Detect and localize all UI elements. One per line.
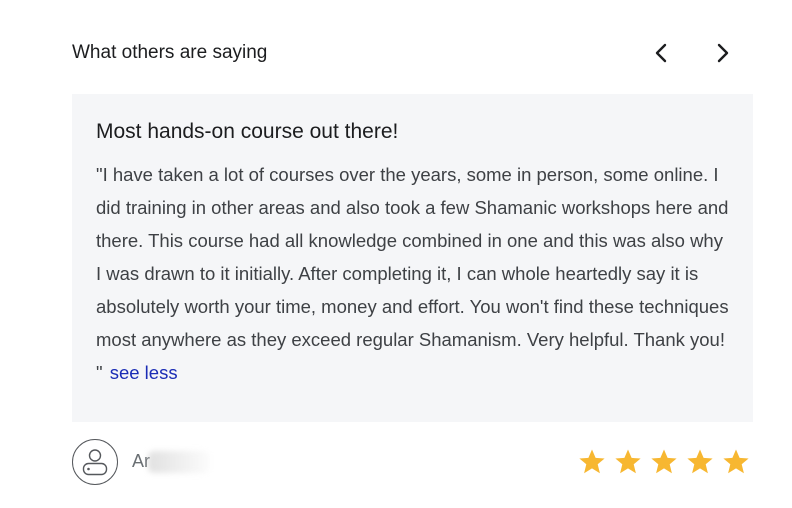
review-title: Most hands-on course out there! xyxy=(96,120,399,143)
star-icon xyxy=(687,449,713,474)
user-avatar-icon xyxy=(82,449,108,476)
next-button[interactable] xyxy=(706,37,738,69)
review-card: Most hands-on course out there! "I have … xyxy=(72,94,753,422)
chevron-left-icon xyxy=(655,43,667,63)
previous-button[interactable] xyxy=(646,37,678,69)
avatar xyxy=(72,439,118,485)
review-body: "I have taken a lot of courses over the … xyxy=(96,158,729,389)
testimonials-header: What others are saying xyxy=(72,30,752,76)
review-text: "I have taken a lot of courses over the … xyxy=(96,164,729,383)
star-icon xyxy=(579,449,605,474)
see-less-link[interactable]: see less xyxy=(110,362,178,383)
author-name: Ar xyxy=(132,451,210,474)
author-name-redaction xyxy=(148,451,210,474)
star-icon xyxy=(651,449,677,474)
carousel-nav xyxy=(646,37,738,69)
review-author: Ar xyxy=(72,439,210,485)
star-icon xyxy=(723,449,749,474)
review-footer: Ar xyxy=(72,438,752,486)
star-rating xyxy=(578,448,750,476)
chevron-right-icon xyxy=(717,43,729,63)
star-icon xyxy=(615,449,641,474)
section-title: What others are saying xyxy=(72,42,268,63)
